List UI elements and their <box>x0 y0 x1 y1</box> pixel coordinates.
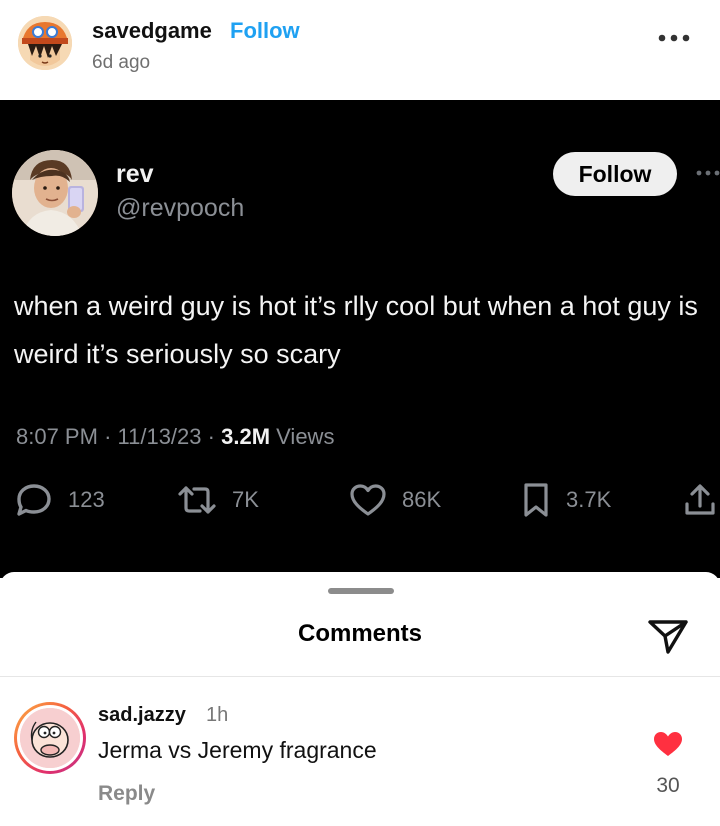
tweet-text: when a weird guy is hot it’s rlly cool b… <box>14 291 698 369</box>
more-horizontal-icon[interactable] <box>656 28 692 48</box>
tweet-views-count: 3.2M <box>221 424 271 449</box>
avatar-image <box>20 708 80 768</box>
tweet-follow-button: Follow <box>553 152 677 196</box>
reply-button[interactable]: Reply <box>98 782 155 806</box>
follow-button[interactable]: Follow <box>230 18 300 44</box>
reply-bubble-icon <box>17 484 51 516</box>
heart-outline-icon <box>350 484 386 516</box>
comment-timestamp: 1h <box>206 704 229 726</box>
more-horizontal-icon <box>696 170 720 176</box>
avatar-ring-inner <box>17 705 83 771</box>
tweet-time: 8:07 PM <box>16 424 98 449</box>
tweet-share-stat <box>682 482 718 518</box>
tweet-meta: 8:07 PM · 11/13/23 · 3.2M Views <box>16 424 334 450</box>
bookmark-count: 3.7K <box>566 487 612 512</box>
tweet-screenshot: rev @revpooch Follow when a weird guy is… <box>0 100 720 578</box>
tweet-bookmark-stat: 3.7K <box>520 482 611 518</box>
comment-text: Jerma vs Jeremy fragrance <box>98 737 377 763</box>
tweet-author-avatar <box>12 150 98 236</box>
comment-avatar[interactable] <box>14 702 86 774</box>
share-upload-icon <box>685 484 715 515</box>
meta-separator: · <box>207 424 222 449</box>
comments-title: Comments <box>297 620 423 647</box>
tweet-author-name: rev <box>116 160 154 188</box>
comments-sheet: Comments sad.jazzy 1h Jerma vs Jeremy fr… <box>0 572 720 826</box>
tweet-date: 11/13/23 <box>117 424 202 449</box>
meta-separator: · <box>104 424 118 449</box>
tweet-views-label: Views <box>276 424 335 449</box>
sheet-drag-handle[interactable] <box>328 588 394 594</box>
tweet-reply-stat: 123 <box>14 482 105 518</box>
retweet-count: 7K <box>232 487 259 512</box>
poster-username[interactable]: savedgame <box>92 18 212 44</box>
comment-like-count: 30 <box>656 774 680 797</box>
like-count: 86K <box>402 487 442 512</box>
poster-avatar[interactable] <box>18 16 72 70</box>
bookmark-icon <box>524 483 548 517</box>
post-header: savedgame Follow 6d ago <box>0 0 720 100</box>
reply-count: 123 <box>68 487 105 512</box>
divider <box>0 676 720 677</box>
post-timestamp: 6d ago <box>92 52 151 73</box>
comment-username[interactable]: sad.jazzy <box>98 704 186 727</box>
heart-filled-icon[interactable] <box>652 730 684 758</box>
tweet-author-handle: @revpooch <box>116 194 245 222</box>
tweet-retweet-stat: 7K <box>176 482 259 518</box>
tweet-like-stat: 86K <box>348 482 441 518</box>
retweet-icon <box>178 486 216 514</box>
paper-plane-icon[interactable] <box>646 616 690 656</box>
